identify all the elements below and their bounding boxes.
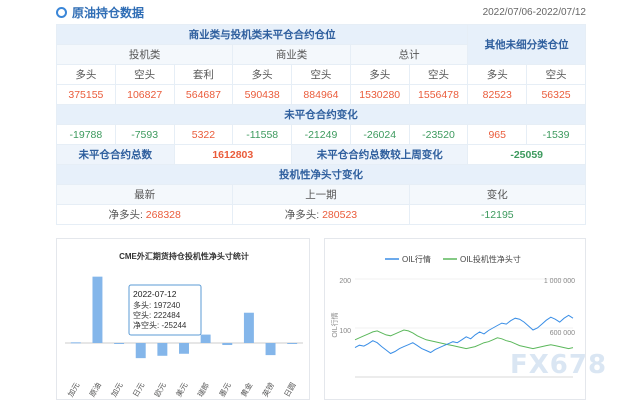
cme-bar-chart-panel: CME外汇期货持仓投机性净头寸统计 加元 原油 加元 日元 欧元 美元 瑞郎 墨元 黄金 英镑 日圆 2…	[56, 238, 310, 400]
oi-total-label: 未平仓合约总数	[56, 144, 175, 165]
net-prev-value: 280523	[322, 209, 358, 221]
bar-6	[179, 343, 189, 354]
positions-table: 商业类与投机类未平仓合约仓位 其他未细分类仓位 投机类 商业类 总计 多头 空头…	[55, 24, 587, 225]
series-line-oil-net	[354, 329, 574, 350]
change-cell: -23520	[408, 124, 469, 145]
value-cell: 375155	[56, 84, 116, 105]
value-cell: 884964	[291, 84, 351, 105]
y-right-tick: 600 000	[550, 330, 575, 337]
net-change-value: -12195	[408, 204, 587, 225]
title-oi-change: 未平仓合约变化	[56, 104, 586, 125]
page-title: 原油持仓数据	[72, 5, 145, 20]
group-speculative: 投机类	[55, 44, 234, 65]
col-long: 多头	[349, 64, 410, 85]
col-short: 空头	[291, 64, 351, 85]
col-short: 空头	[114, 64, 175, 85]
change-cell: 965	[467, 124, 528, 145]
bar-8	[222, 343, 233, 346]
value-cell: 56325	[526, 84, 586, 105]
change-cell: 5322	[173, 124, 234, 145]
col-long: 多头	[232, 64, 293, 85]
x-tick-label: 瑞郎	[195, 381, 211, 399]
value-cell: 590438	[232, 84, 293, 105]
value-cell: 1556478	[408, 84, 469, 105]
header: 原油持仓数据 2022/07/06-2022/07/12	[56, 0, 586, 24]
bar-7	[200, 334, 211, 343]
x-tick-label: 日圆	[282, 381, 297, 398]
bar-5	[157, 343, 168, 356]
col-short: 空头	[408, 64, 469, 85]
legend-label-oil-price: OIL行情	[402, 254, 431, 264]
bar-chart: CME外汇期货持仓投机性净头寸统计加元 原油 加元 日元 欧元 美元 瑞郎 墨元 黄金 英镑 日圆2…	[65, 251, 303, 399]
oi-total-value: 1612803	[173, 144, 293, 165]
tooltip-net: 净空头: -25244	[133, 320, 187, 330]
col-long: 多头	[467, 64, 528, 85]
bar-9	[243, 312, 254, 343]
tooltip-long: 多头: 197240	[133, 300, 181, 310]
bar-11	[287, 343, 298, 344]
oi-change-value: -25059	[467, 144, 586, 165]
net-prefix: 净多头:	[284, 209, 320, 221]
bar-4	[135, 343, 146, 359]
x-tick-label: 黄金	[238, 380, 254, 398]
bar-10	[265, 343, 276, 356]
legend-label-oil-net: OIL投机性净头寸	[460, 254, 521, 264]
net-prefix: 净多头:	[108, 209, 143, 221]
y-left-tick: 100	[339, 328, 351, 335]
bar-3	[114, 343, 125, 344]
x-tick-label: 英镑	[260, 380, 276, 398]
value-cell: 1530280	[349, 84, 410, 105]
info-circle-icon	[56, 6, 67, 18]
value-cell: 564687	[173, 84, 234, 105]
change-cell: -7593	[114, 124, 175, 145]
chart-title: CME外汇期货持仓投机性净头寸统计	[119, 251, 249, 261]
net-latest-cell: 净多头: 268328	[55, 204, 234, 225]
y-axis-label: OIL行情	[330, 312, 339, 337]
change-cell: -21249	[291, 124, 351, 145]
date-range: 2022/07/06-2022/07/12	[482, 6, 586, 18]
y-left-tick: 200	[339, 278, 351, 285]
change-cell: -11558	[232, 124, 293, 145]
change-cell: -1539	[526, 124, 586, 145]
change-cell: -26024	[349, 124, 410, 145]
change-cell: -19788	[56, 124, 116, 145]
value-cell: 82523	[467, 84, 528, 105]
tooltip-date: 2022-07-12	[133, 289, 177, 299]
value-cell: 106827	[114, 84, 175, 105]
title-commercial-speculative: 商业类与投机类未平仓合约仓位	[55, 24, 469, 45]
col-short: 空头	[526, 64, 586, 85]
bar-1	[70, 342, 81, 344]
fx678-watermark: FX678	[510, 350, 608, 380]
net-latest-label: 最新	[55, 184, 234, 205]
group-total: 总计	[349, 44, 469, 65]
net-change-label: 变化	[408, 184, 587, 205]
x-tick-label: 欧元	[152, 380, 168, 398]
y-right-tick: 1 000 000	[544, 278, 575, 285]
net-prev-cell: 净多头: 280523	[232, 204, 410, 225]
bar-2	[92, 276, 103, 343]
title-other-unclassified: 其他未细分类仓位	[467, 24, 586, 65]
x-tick-label: 墨元	[217, 381, 233, 399]
x-tick-label: 美元	[173, 380, 189, 398]
net-prev-label: 上一期	[232, 184, 410, 205]
x-tick-label: 日元	[131, 381, 147, 399]
x-tick-label: 加元	[65, 380, 81, 398]
x-tick-label: 原油	[87, 381, 103, 399]
tooltip-short: 空头: 222484	[133, 310, 181, 320]
oi-change-label: 未平仓合约总数较上周变化	[291, 144, 469, 165]
col-arbitrage: 套利	[173, 64, 234, 85]
group-commercial: 商业类	[232, 44, 351, 65]
net-latest-value: 268328	[145, 209, 181, 221]
title-net-position: 投机性净头寸变化	[56, 164, 586, 185]
col-long: 多头	[56, 64, 116, 85]
x-tick-label: 加元	[108, 380, 124, 398]
